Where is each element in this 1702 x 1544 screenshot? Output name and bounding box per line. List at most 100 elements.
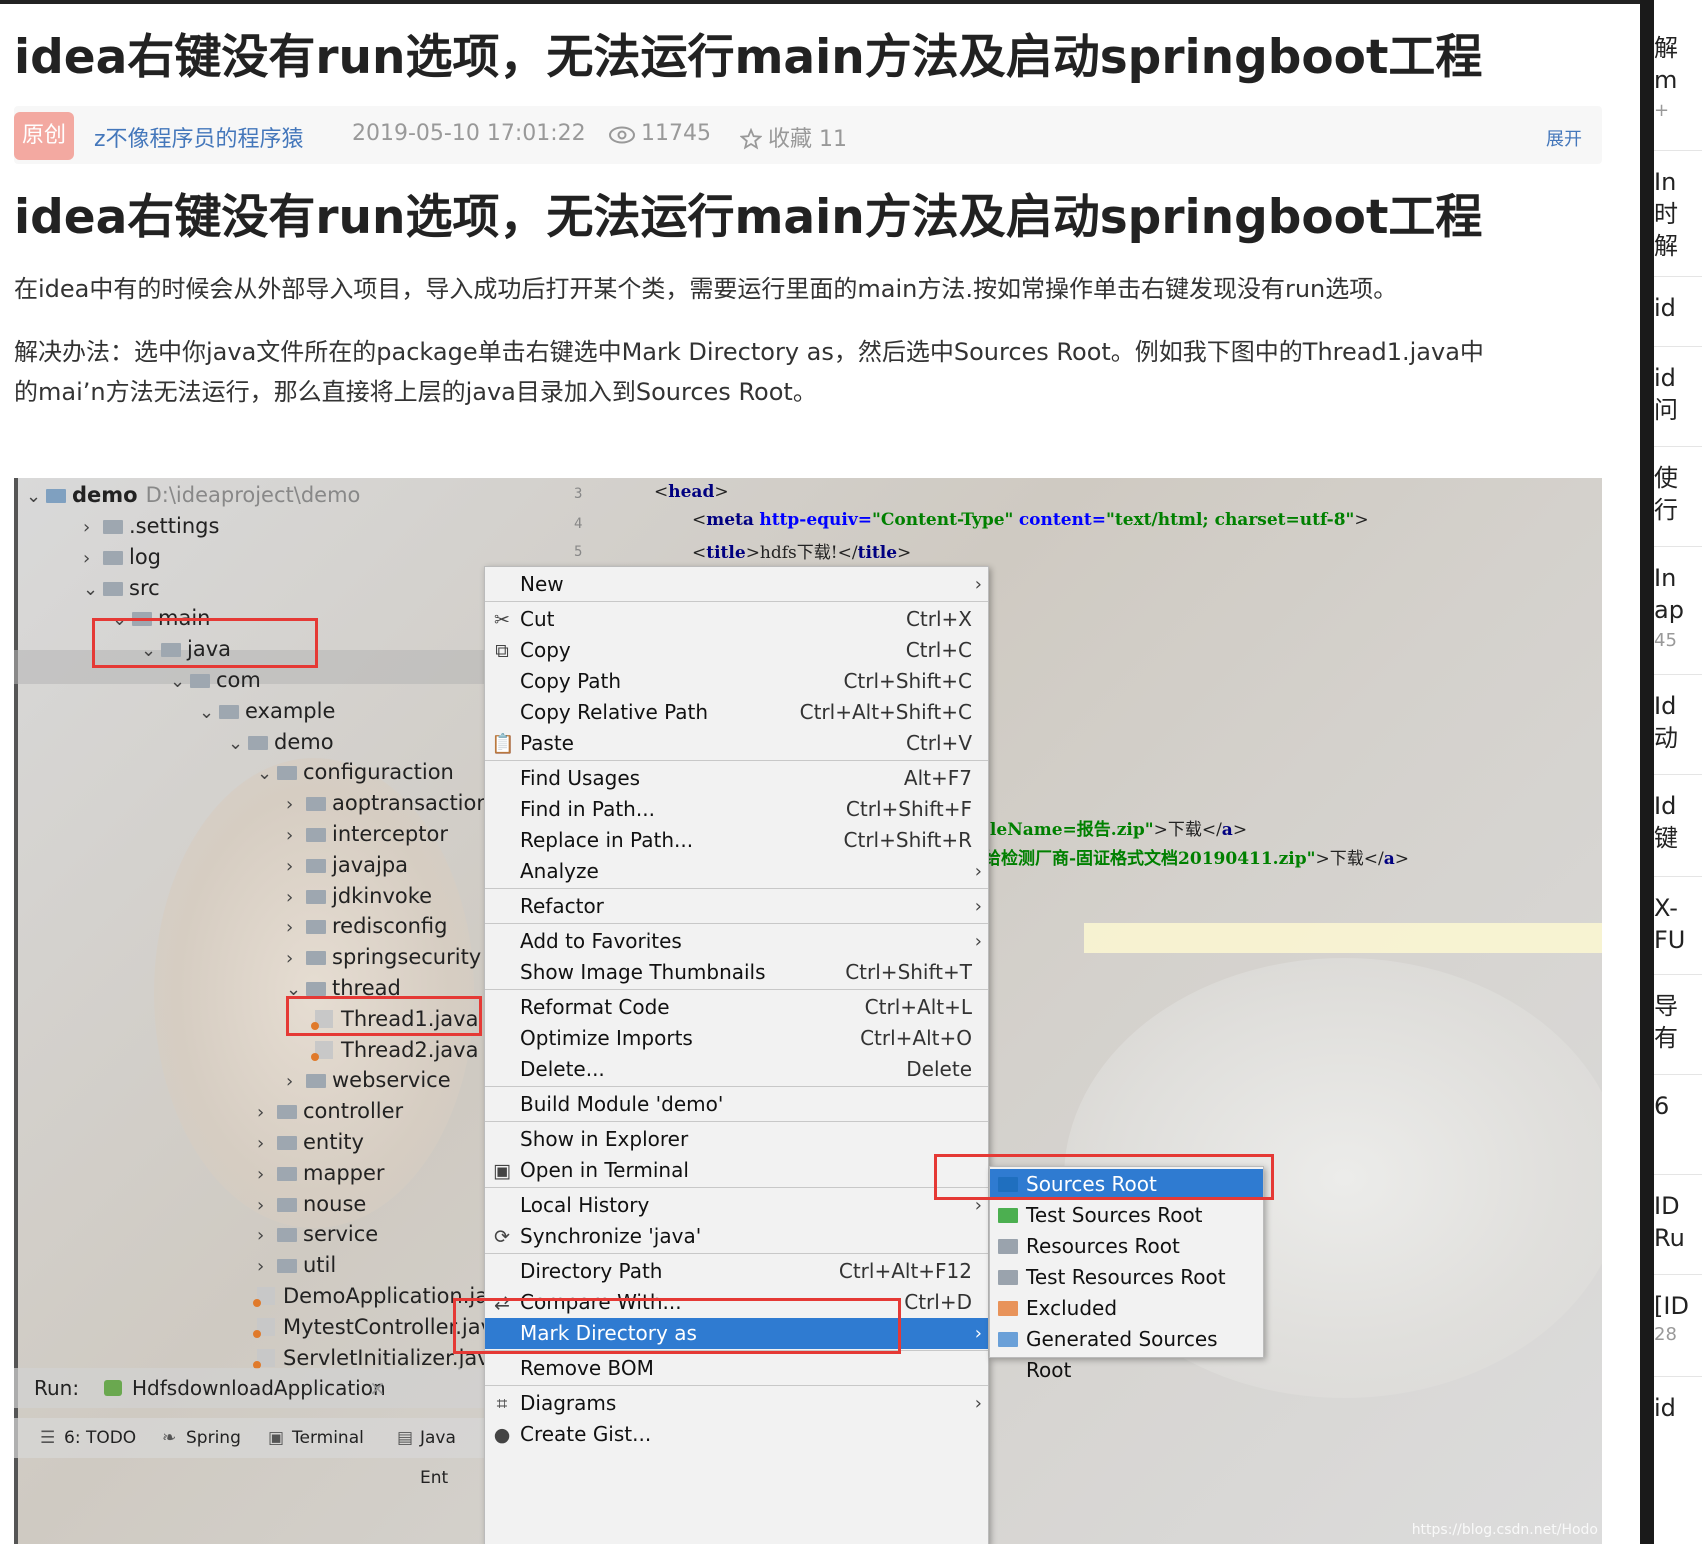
tree-item[interactable]: ⌄ example [199,696,335,726]
submenu-item[interactable]: Excluded [990,1293,1263,1324]
chevron-right-icon[interactable]: › [257,1191,277,1221]
menu-item[interactable]: ⧉ Copy Ctrl+C [485,635,988,666]
menu-item[interactable]: 📋 Paste Ctrl+V [485,728,988,759]
related-article[interactable]: Id 动 [1654,690,1702,790]
tree-item[interactable]: › log [83,542,161,572]
code-line-title: <title>hdfs下载!</title> [692,543,912,563]
menu-item[interactable]: Add to Favorites › [485,926,988,957]
menu-item[interactable]: Copy Relative Path Ctrl+Alt+Shift+C [485,697,988,728]
submenu-item[interactable]: Test Resources Root [990,1262,1263,1293]
menu-item[interactable]: New › [485,569,988,600]
related-article[interactable]: 使行 [1654,462,1702,562]
tree-item[interactable]: ⌄ configuraction [257,757,454,787]
chevron-down-icon[interactable]: ⌄ [170,667,190,697]
tree-item[interactable]: ⌄ src [83,573,160,603]
tree-item[interactable]: › .settings [83,511,219,541]
tree-item[interactable]: › nouse [257,1189,366,1219]
menu-item[interactable]: Local History › [485,1190,988,1221]
tree-item[interactable]: › mapper [257,1158,385,1188]
tree-item[interactable]: › springsecurity [286,942,481,972]
spring-tab[interactable]: Spring [186,1418,241,1458]
chevron-down-icon[interactable]: ⌄ [26,482,46,512]
chevron-right-icon[interactable]: › [286,821,306,851]
chevron-right-icon[interactable]: › [257,1221,277,1251]
chevron-right-icon[interactable]: › [83,513,103,543]
chevron-right-icon[interactable]: › [257,1252,277,1282]
tree-item[interactable]: Thread2.java [311,1035,478,1065]
related-article[interactable]: 导有 [1654,990,1702,1090]
chevron-down-icon[interactable]: ⌄ [257,759,277,789]
tree-item[interactable]: ⌄ com [170,665,261,695]
tree-item[interactable]: ⌄ demo [228,727,334,757]
tree-item[interactable]: › entity [257,1127,364,1157]
tree-item[interactable]: › interceptor [286,819,448,849]
menu-item[interactable]: Reformat Code Ctrl+Alt+L [485,992,988,1023]
related-article[interactable]: In 时解 [1654,166,1702,266]
chevron-right-icon[interactable]: › [257,1098,277,1128]
menu-item[interactable]: ✂ Cut Ctrl+X [485,604,988,635]
related-article[interactable]: X- FU [1654,892,1702,992]
menu-item[interactable]: Replace in Path... Ctrl+Shift+R [485,825,988,856]
author-link[interactable]: z不像程序员的程序猿 [94,121,304,153]
chevron-right-icon[interactable]: › [286,913,306,943]
menu-item[interactable]: Directory Path Ctrl+Alt+F12 [485,1256,988,1287]
scrollbar-track[interactable] [1640,0,1654,1544]
tree-root[interactable]: ⌄ demo D:\ideaproject\demo [26,480,360,510]
related-article[interactable]: id 问 [1654,362,1702,462]
submenu-item[interactable]: Test Sources Root [990,1200,1263,1231]
related-article[interactable]: [ID 28 [1654,1290,1702,1390]
java-ent-tab[interactable]: Java Ent [420,1418,484,1498]
tree-item[interactable]: › aoptransaction [286,788,490,818]
menu-item[interactable]: ▣ Open in Terminal [485,1155,988,1186]
menu-item[interactable]: ⟳ Synchronize 'java' [485,1221,988,1252]
submenu-item[interactable]: Resources Root [990,1231,1263,1262]
chevron-down-icon[interactable]: ⌄ [199,698,219,728]
chevron-right-icon[interactable]: › [83,544,103,574]
chevron-right-icon[interactable]: › [286,883,306,913]
menu-item[interactable]: ⌗ Diagrams › [485,1388,988,1419]
expand-button[interactable]: 展开 [1546,125,1582,151]
terminal-tab[interactable]: Terminal [292,1418,364,1458]
menu-item[interactable]: ● Create Gist... [485,1419,988,1450]
run-bar: Run: HdfsdownloadApplication × [14,1368,484,1408]
menu-item[interactable]: Show Image Thumbnails Ctrl+Shift+T [485,957,988,988]
menu-item[interactable]: Find in Path... Ctrl+Shift+F [485,794,988,825]
tree-item[interactable]: › webservice [286,1065,451,1095]
menu-item[interactable]: Optimize Imports Ctrl+Alt+O [485,1023,988,1054]
menu-item[interactable]: Copy Path Ctrl+Shift+C [485,666,988,697]
run-app-tab[interactable]: HdfsdownloadApplication [132,1368,386,1408]
related-article[interactable]: ID Ru [1654,1190,1702,1290]
tree-item-label: src [129,575,160,600]
related-article[interactable]: In ap 45 [1654,562,1702,662]
favorite-button[interactable]: 收藏 11 [739,121,847,153]
close-icon[interactable]: × [369,1368,386,1408]
menu-item[interactable]: Remove BOM [485,1353,988,1384]
chevron-right-icon[interactable]: › [257,1129,277,1159]
chevron-right-icon[interactable]: › [286,1067,306,1097]
related-article[interactable]: 解 m + [1654,32,1702,132]
menu-item[interactable]: Refactor › [485,891,988,922]
chevron-down-icon[interactable]: ⌄ [83,575,103,605]
tree-item[interactable]: › javajpa [286,850,408,880]
todo-tab[interactable]: 6: TODO [64,1418,136,1458]
menu-item[interactable]: Delete... Delete [485,1054,988,1085]
chevron-right-icon[interactable]: › [286,790,306,820]
tree-item[interactable]: › jdkinvoke [286,881,432,911]
related-article[interactable]: 6 [1654,1090,1702,1190]
tree-item[interactable]: › controller [257,1096,403,1126]
menu-item-label: Find Usages [520,766,641,790]
menu-item[interactable]: Show in Explorer [485,1124,988,1155]
chevron-right-icon[interactable]: › [286,852,306,882]
chevron-right-icon[interactable]: › [257,1160,277,1190]
menu-item[interactable]: Find Usages Alt+F7 [485,763,988,794]
tree-item[interactable]: › service [257,1219,378,1249]
menu-item[interactable]: Analyze › [485,856,988,887]
related-article[interactable]: Id 键 [1654,790,1702,890]
chevron-right-icon[interactable]: › [286,944,306,974]
tree-item[interactable]: › redisconfig [286,911,447,941]
chevron-down-icon[interactable]: ⌄ [228,729,248,759]
tree-item[interactable]: › util [257,1250,336,1280]
submenu-item[interactable]: Generated Sources Root [990,1324,1263,1382]
menu-item[interactable]: Build Module 'demo' [485,1089,988,1120]
related-article[interactable]: id [1654,1392,1702,1492]
